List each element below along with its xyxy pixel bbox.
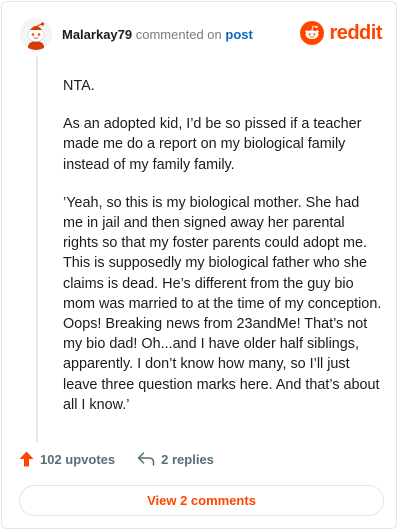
thread-line — [36, 57, 38, 442]
reddit-logo-icon — [300, 21, 325, 45]
commented-on-label: commented on — [135, 27, 222, 42]
comment-paragraph: NTA. — [63, 78, 95, 94]
upvote-count: 102 upvotes — [40, 451, 116, 467]
user-avatar[interactable] — [20, 18, 52, 50]
upvote-button[interactable]: 102 upvotes — [19, 451, 115, 467]
comment-body: NTA. As an adopted kid, I’d be so pissed… — [63, 76, 383, 433]
reply-arrow-icon — [137, 452, 155, 466]
view-comments-button[interactable]: View 2 comments — [19, 485, 384, 516]
reddit-wordmark: reddit — [329, 21, 382, 44]
upvote-arrow-icon — [19, 451, 34, 467]
post-link[interactable]: post — [225, 27, 252, 42]
replies-count: 2 replies — [161, 451, 214, 467]
comment-actions: 102 upvotes 2 replies — [19, 451, 214, 467]
snoo-avatar-icon — [20, 18, 52, 50]
reddit-brand[interactable]: reddit — [300, 21, 382, 45]
comment-paragraph: ’Yeah, so this is my biological mother. … — [63, 194, 382, 413]
comment-card: Malarkay79 commented on post reddit NTA.… — [1, 1, 397, 529]
comment-header: Malarkay79 commented on post — [62, 26, 253, 44]
comment-paragraph: As an adopted kid, I’d be so pissed if a… — [63, 116, 362, 173]
username-link[interactable]: Malarkay79 — [62, 27, 132, 42]
replies-button[interactable]: 2 replies — [137, 452, 214, 467]
